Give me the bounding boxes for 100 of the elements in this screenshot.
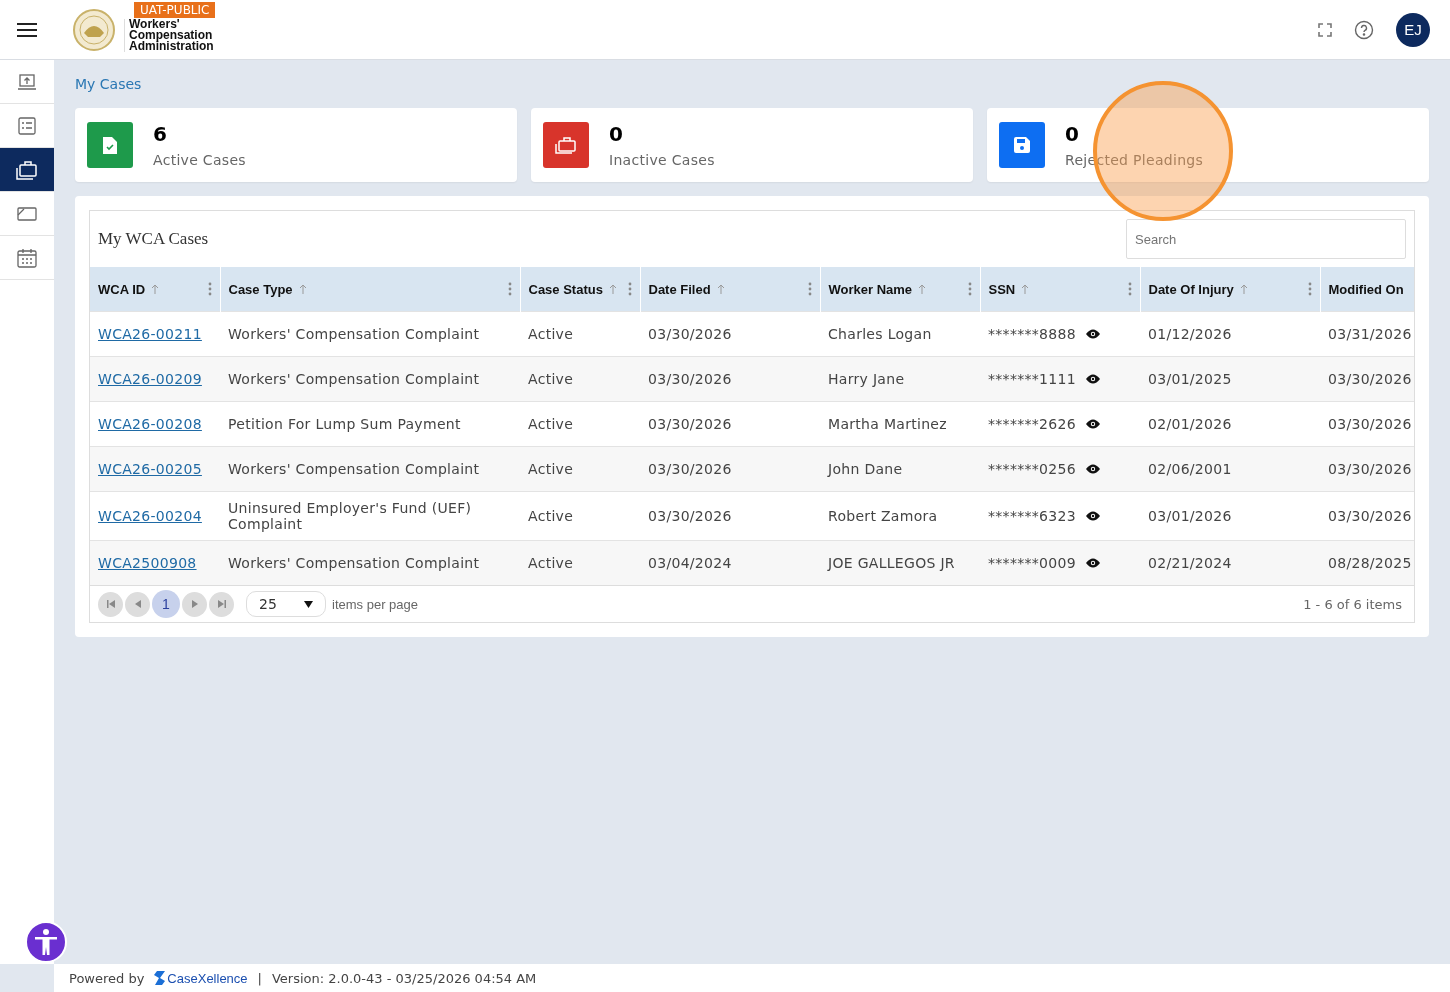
page-button[interactable]: 1	[152, 590, 180, 618]
fullscreen-icon[interactable]	[1318, 22, 1332, 37]
last-page-button[interactable]	[209, 591, 234, 617]
sort-arrow-icon[interactable]	[298, 284, 307, 294]
next-page-button[interactable]	[182, 591, 207, 617]
column-header[interactable]: Worker Name	[820, 267, 980, 312]
table-cell: 02/01/2026	[1148, 416, 1232, 432]
table-cell: *******6323	[988, 508, 1076, 524]
laptop-upload-icon	[17, 72, 37, 91]
table-cell: 03/31/2026	[1328, 326, 1412, 342]
sort-arrow-icon[interactable]	[608, 284, 617, 294]
accessibility-icon[interactable]	[33, 928, 59, 956]
stat-label: Active Cases	[153, 152, 246, 168]
stat-card[interactable]: 0 Inactive Cases	[531, 108, 973, 182]
table-cell: Active	[528, 416, 574, 432]
powered-by-text: Powered by	[69, 970, 145, 986]
table-cell: Active	[528, 461, 574, 477]
eye-icon[interactable]	[1085, 374, 1100, 384]
next-page-icon[interactable]	[191, 600, 198, 608]
page-size-label: items per page	[332, 596, 418, 612]
sort-arrow-icon[interactable]	[1239, 284, 1248, 294]
stat-card[interactable]: 0 Rejected Pleadings	[987, 108, 1429, 182]
checklist-icon	[18, 116, 36, 135]
previous-page-icon[interactable]	[134, 600, 141, 608]
column-menu-icon[interactable]	[967, 282, 972, 296]
column-menu-icon[interactable]	[1127, 282, 1132, 296]
eye-icon[interactable]	[1085, 464, 1100, 474]
column-menu-icon[interactable]	[627, 282, 632, 296]
column-menu-icon[interactable]	[1307, 282, 1312, 296]
brand-logo: CaseXellence	[154, 970, 248, 986]
logo-text: Workers' Compensation Administration	[124, 18, 214, 52]
table-cell: 02/21/2024	[1148, 555, 1232, 571]
table-cell: Harry Jane	[828, 371, 905, 387]
eye-icon[interactable]	[1085, 558, 1100, 568]
table-cell: 03/30/2026	[1328, 508, 1412, 524]
environment-badge: UAT-PUBLIC	[134, 1, 216, 18]
column-header[interactable]: Modified On	[1320, 267, 1414, 312]
pager-summary: 1 - 6 of 6 items	[1303, 596, 1402, 612]
table-cell: 03/30/2026	[1328, 416, 1412, 432]
table-cell: *******1111	[988, 371, 1076, 387]
table-cell: 03/01/2025	[1148, 371, 1232, 387]
table-cell: Workers' Compensation Complaint	[228, 326, 480, 342]
grid-title: My WCA Cases	[98, 229, 209, 249]
table-cell: Active	[528, 555, 574, 571]
stat-label: Rejected Pleadings	[1065, 152, 1204, 168]
table-cell: Workers' Compensation Complaint	[228, 555, 480, 571]
save-icon	[1014, 137, 1030, 153]
column-header[interactable]: Date Filed	[640, 267, 820, 312]
table-cell: Charles Logan	[828, 326, 932, 342]
previous-page-button[interactable]	[125, 591, 150, 617]
eye-icon[interactable]	[1085, 419, 1100, 429]
first-page-button[interactable]	[98, 591, 123, 617]
table-cell: *******2626	[988, 416, 1076, 432]
sort-arrow-icon[interactable]	[918, 284, 927, 294]
page-size-dropdown[interactable]: 25	[246, 591, 326, 617]
table-cell: JOE GALLEGOS JR	[828, 555, 955, 571]
column-header[interactable]: WCA ID	[90, 267, 220, 312]
case-link[interactable]: WCA26-00204	[98, 508, 202, 524]
sort-arrow-icon[interactable]	[151, 284, 160, 294]
version-text: Version: 2.0.0-43 - 03/25/2026 04:54 AM	[271, 970, 537, 986]
help-icon[interactable]	[1354, 19, 1374, 40]
stat-value: 0	[609, 122, 624, 146]
column-header[interactable]: SSN	[980, 267, 1140, 312]
column-header[interactable]: Case Status	[520, 267, 640, 312]
column-header[interactable]: Date Of Injury	[1140, 267, 1320, 312]
sidebar-item[interactable]	[0, 148, 54, 192]
menu-icon[interactable]	[17, 22, 37, 37]
eye-icon[interactable]	[1085, 329, 1100, 339]
case-link[interactable]: WCA26-00211	[98, 326, 202, 342]
table-cell: Robert Zamora	[828, 508, 938, 524]
last-page-icon[interactable]	[217, 600, 226, 608]
first-page-icon[interactable]	[106, 600, 115, 608]
sort-arrow-icon[interactable]	[716, 284, 725, 294]
sort-arrow-icon[interactable]	[1021, 284, 1030, 294]
column-menu-icon[interactable]	[207, 282, 212, 296]
table-cell: *******8888	[988, 326, 1076, 342]
table-cell: 03/30/2026	[648, 416, 732, 432]
stat-label: Inactive Cases	[609, 152, 715, 168]
case-link[interactable]: WCA26-00208	[98, 416, 202, 432]
stat-card[interactable]: 6 Active Cases	[75, 108, 517, 182]
table-cell: *******0256	[988, 461, 1076, 477]
breadcrumb[interactable]: My Cases	[75, 76, 142, 92]
eye-icon[interactable]	[1085, 511, 1100, 521]
column-menu-icon[interactable]	[807, 282, 812, 296]
column-header[interactable]: Case Type	[220, 267, 520, 312]
search-field[interactable]: Search	[1126, 219, 1406, 259]
table-cell: 03/04/2024	[648, 555, 732, 571]
table-cell: 02/06/2001	[1148, 461, 1232, 477]
table-cell: Active	[528, 371, 574, 387]
table-cell: Uninsured Employer's Fund (UEF) Complaint	[228, 500, 472, 532]
table-cell: 03/30/2026	[648, 461, 732, 477]
user-avatar[interactable]: EJ	[1396, 12, 1430, 47]
column-menu-icon[interactable]	[507, 282, 512, 296]
table-cell: Active	[528, 326, 574, 342]
tablet-icon	[17, 205, 37, 222]
stat-value: 6	[153, 122, 168, 146]
table-cell: 03/30/2026	[648, 326, 732, 342]
table-cell: Workers' Compensation Complaint	[228, 371, 480, 387]
stat-value: 0	[1065, 122, 1080, 146]
table-cell: Petition For Lump Sum Payment	[228, 416, 461, 432]
